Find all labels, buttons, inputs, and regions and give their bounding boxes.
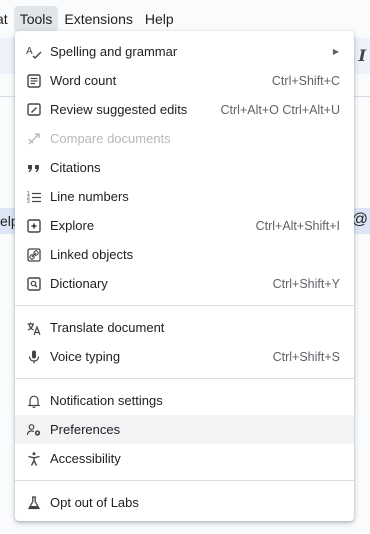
dictionary-icon: [26, 276, 42, 292]
menubar-item-extensions[interactable]: Extensions: [58, 6, 138, 32]
bell-icon: [26, 393, 42, 409]
menu-item-compare-documents: Compare documents: [15, 124, 354, 153]
menubar-item-format[interactable]: at: [0, 6, 14, 32]
shortcut-label: Ctrl+Shift+C: [271, 73, 340, 88]
preferences-icon: [26, 422, 42, 438]
shortcut-label: Ctrl+Shift+Y: [272, 276, 340, 291]
menu-item-review-suggested-edits[interactable]: Review suggested edits Ctrl+Alt+O Ctrl+A…: [15, 95, 354, 124]
menu-item-label: Voice typing: [50, 349, 121, 364]
menu-item-linked-objects[interactable]: Linked objects: [15, 240, 354, 269]
menu-item-voice-typing[interactable]: Voice typing Ctrl+Shift+S: [15, 342, 354, 371]
shortcut-label: Ctrl+Alt+O Ctrl+Alt+U: [220, 102, 340, 117]
menu-item-line-numbers[interactable]: 1 2 3 Line numbers: [15, 182, 354, 211]
menu-item-opt-out-of-labs[interactable]: Opt out of Labs: [15, 488, 354, 517]
tools-menu: A Spelling and grammar ▶ Word count Ctrl…: [15, 31, 354, 521]
accessibility-icon: [26, 451, 42, 467]
link-icon: [26, 247, 42, 263]
explore-icon: [26, 218, 42, 234]
menu-item-accessibility[interactable]: Accessibility: [15, 444, 354, 473]
menubar-item-tools[interactable]: Tools: [13, 6, 59, 32]
menu-item-label: Translate document: [50, 320, 165, 335]
menu-item-label: Linked objects: [50, 247, 134, 262]
menu-item-label: Opt out of Labs: [50, 495, 139, 510]
menu-item-label: Citations: [50, 160, 101, 175]
menu-item-word-count[interactable]: Word count Ctrl+Shift+C: [15, 66, 354, 95]
review-edits-icon: [26, 102, 42, 118]
at-mention-icon[interactable]: @: [352, 211, 368, 229]
menu-item-label: Spelling and grammar: [50, 44, 178, 59]
menu-separator: [15, 305, 354, 306]
menu-item-label: Line numbers: [50, 189, 129, 204]
menu-item-label: Review suggested edits: [50, 102, 188, 117]
spellcheck-icon: A: [26, 44, 42, 60]
menu-item-label: Notification settings: [50, 393, 163, 408]
menu-item-label: Explore: [50, 218, 95, 233]
menu-item-label: Word count: [50, 73, 117, 88]
menu-separator: [15, 480, 354, 481]
line-numbers-icon: 1 2 3: [26, 189, 42, 205]
translate-icon: [26, 320, 42, 336]
menu-item-explore[interactable]: Explore Ctrl+Alt+Shift+I: [15, 211, 354, 240]
menu-separator: [15, 378, 354, 379]
menu-item-label: Compare documents: [50, 131, 171, 146]
menu-item-label: Accessibility: [50, 451, 121, 466]
flask-icon: [26, 495, 42, 511]
menu-item-citations[interactable]: Citations: [15, 153, 354, 182]
menu-item-label: Preferences: [50, 422, 121, 437]
svg-text:A: A: [26, 46, 33, 57]
microphone-icon: [26, 349, 42, 365]
quote-icon: [26, 160, 42, 176]
submenu-arrow-icon: ▶: [332, 47, 339, 56]
svg-text:3: 3: [27, 199, 30, 205]
shortcut-label: Ctrl+Alt+Shift+I: [255, 218, 340, 233]
menu-item-spelling-and-grammar[interactable]: A Spelling and grammar ▶: [15, 37, 354, 66]
menu-item-translate-document[interactable]: Translate document: [15, 313, 354, 342]
word-count-icon: [26, 73, 42, 89]
menu-item-notification-settings[interactable]: Notification settings: [15, 386, 354, 415]
menubar-item-help[interactable]: Help: [139, 6, 180, 32]
shortcut-label: Ctrl+Shift+S: [272, 349, 340, 364]
menu-item-dictionary[interactable]: Dictionary Ctrl+Shift+Y: [15, 269, 354, 298]
italic-icon[interactable]: I: [359, 46, 366, 65]
compare-icon: [26, 131, 42, 147]
menu-item-preferences[interactable]: Preferences: [15, 415, 354, 444]
menu-item-label: Dictionary: [50, 276, 108, 291]
